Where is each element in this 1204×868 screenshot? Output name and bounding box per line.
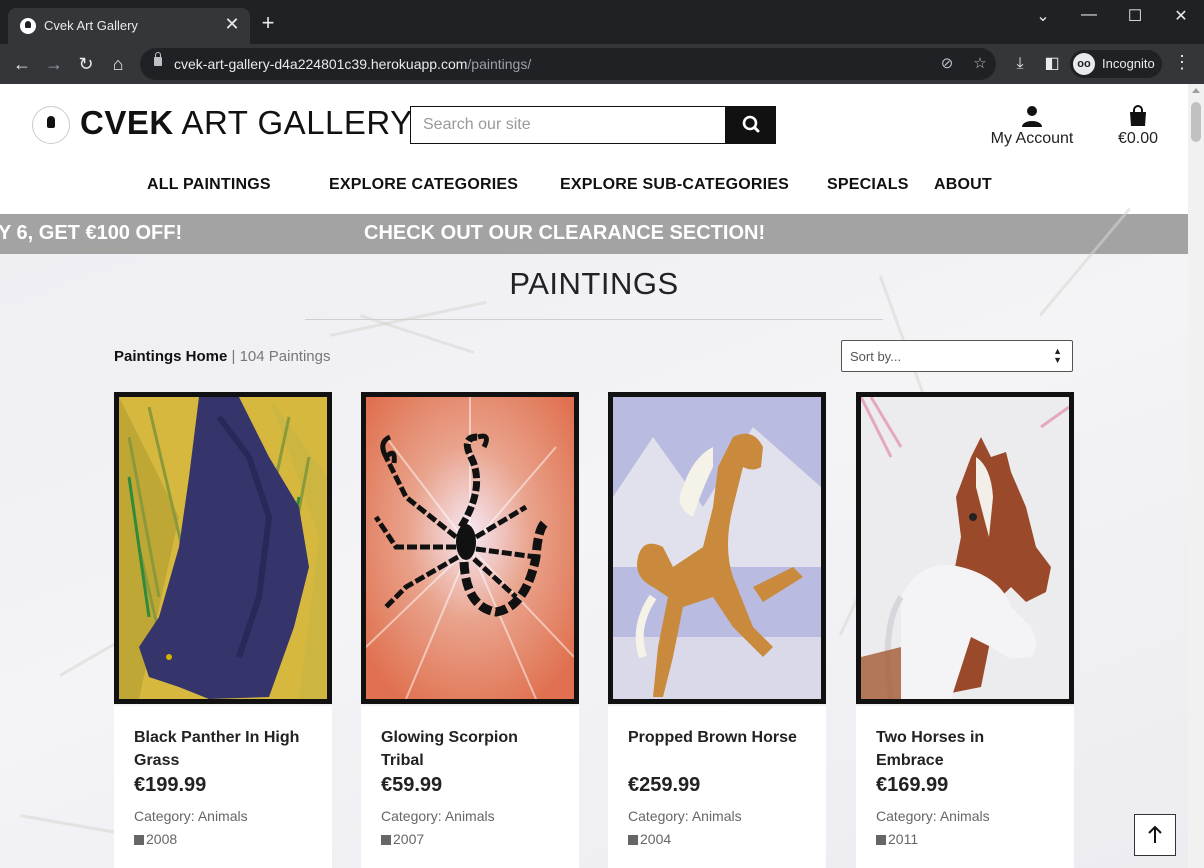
browser-tab[interactable]: Cvek Art Gallery ✕ (8, 8, 250, 44)
page-viewport: CVEK ART GALLERY My Account €0.00 (0, 84, 1204, 868)
product-category[interactable]: Category: Animals (876, 808, 990, 824)
nav-explore-sub-categories[interactable]: EXPLORE SUB-CATEGORIES (560, 176, 789, 194)
product-price: €199.99 (134, 774, 207, 796)
search-input[interactable] (410, 106, 726, 144)
product-card-body: Black Panther In High Grass €199.99 Cate… (114, 706, 332, 868)
product-year: 2007 (381, 831, 424, 847)
product-card[interactable]: Propped Brown Horse €259.99 Category: An… (608, 392, 826, 868)
product-card-body: Propped Brown Horse €259.99 Category: An… (608, 706, 826, 868)
product-image[interactable] (361, 392, 579, 704)
home-icon[interactable]: ⌂ (106, 52, 130, 76)
bag-total: €0.00 (1117, 130, 1159, 147)
two-horses-painting-icon (861, 397, 1069, 699)
select-arrows-icon: ▲ ▼ (1053, 346, 1062, 365)
panther-painting-icon (119, 397, 327, 699)
product-category[interactable]: Category: Animals (381, 808, 495, 824)
product-card[interactable]: Two Horses in Embrace €169.99 Category: … (856, 392, 1074, 868)
tab-close-icon[interactable]: ✕ (222, 14, 242, 35)
shopping-bag-icon (1126, 104, 1150, 128)
product-card-body: Two Horses in Embrace €169.99 Category: … (856, 706, 1074, 868)
download-icon[interactable]: ⤓ (1008, 52, 1032, 76)
scroll-thumb[interactable] (1191, 102, 1201, 142)
my-account-link[interactable]: My Account (982, 104, 1082, 148)
calendar-icon (134, 835, 144, 845)
tab-search-chevron-icon[interactable]: ⌄ (1028, 6, 1058, 26)
reload-icon[interactable]: ↻ (74, 52, 98, 76)
site-header: CVEK ART GALLERY My Account €0.00 (0, 84, 1188, 214)
search-button[interactable] (726, 106, 776, 144)
product-year: 2008 (134, 831, 177, 847)
product-card[interactable]: Glowing Scorpion Tribal €59.99 Category:… (361, 392, 579, 868)
window-close-icon[interactable]: ✕ (1166, 6, 1196, 26)
product-year: 2011 (876, 831, 918, 847)
side-panel-icon[interactable]: ◧ (1040, 52, 1064, 76)
calendar-icon (876, 835, 886, 845)
scorpion-painting-icon (366, 397, 574, 699)
promo-message: Y 6, GET €100 OFF! (0, 222, 183, 244)
user-icon (1020, 104, 1044, 128)
promo-banner: Y 6, GET €100 OFF! CHECK OUT OUR CLEARAN… (0, 214, 1188, 254)
nav-specials[interactable]: SPECIALS (827, 176, 909, 194)
product-name[interactable]: Propped Brown Horse (628, 726, 808, 749)
address-bar[interactable]: cvek-art-gallery-d4a224801c39.herokuapp.… (140, 48, 996, 80)
promo-message: CHECK OUT OUR CLEARANCE SECTION! (364, 222, 766, 244)
sort-select-value: Sort by... (850, 349, 902, 364)
browser-menu-icon[interactable]: ⋮ (1172, 52, 1192, 73)
product-card[interactable]: Black Panther In High Grass €199.99 Cate… (114, 392, 332, 868)
nav-all-paintings[interactable]: ALL PAINTINGS (147, 176, 271, 194)
main-nav: ALL PAINTINGS EXPLORE CATEGORIES EXPLORE… (0, 174, 1188, 214)
incognito-icon: oo (1073, 53, 1095, 75)
breadcrumb-home-link[interactable]: Paintings Home (114, 348, 227, 365)
heading-divider (305, 319, 883, 320)
product-price: €169.99 (876, 774, 949, 796)
product-image[interactable] (114, 392, 332, 704)
incognito-label: Incognito (1102, 56, 1155, 71)
product-price: €259.99 (628, 774, 701, 796)
back-to-top-button[interactable] (1134, 814, 1176, 856)
browser-toolbar: ← → ↻ ⌂ cvek-art-gallery-d4a224801c39.he… (0, 44, 1204, 84)
page: CVEK ART GALLERY My Account €0.00 (0, 84, 1188, 868)
nav-about[interactable]: ABOUT (934, 176, 992, 194)
product-name[interactable]: Two Horses in Embrace (876, 726, 1056, 772)
star-icon[interactable]: ☆ (970, 54, 990, 74)
calendar-icon (628, 835, 638, 845)
page-scrollbar[interactable] (1188, 84, 1204, 868)
arrow-up-icon (1148, 825, 1162, 843)
incognito-badge[interactable]: oo Incognito (1070, 50, 1162, 78)
minimize-icon[interactable]: — (1074, 6, 1104, 24)
breadcrumb: Paintings Home | 104 Paintings (114, 348, 331, 365)
browser-tabbar: Cvek Art Gallery ✕ + ⌄ — ☐ ✕ (0, 0, 1204, 44)
nav-explore-categories[interactable]: EXPLORE CATEGORIES (329, 176, 518, 194)
rearing-horse-painting-icon (613, 397, 821, 699)
shopping-bag-link[interactable]: €0.00 (1108, 104, 1168, 148)
product-category[interactable]: Category: Animals (134, 808, 248, 824)
site-favicon-icon (20, 18, 36, 34)
product-category[interactable]: Category: Animals (628, 808, 742, 824)
lock-icon (154, 52, 162, 66)
tab-title: Cvek Art Gallery (44, 18, 138, 33)
scroll-up-icon[interactable] (1192, 88, 1200, 93)
sort-select[interactable]: Sort by... ▲ ▼ (841, 340, 1073, 372)
search-icon (742, 115, 760, 133)
product-name[interactable]: Glowing Scorpion Tribal (381, 726, 561, 772)
product-card-body: Glowing Scorpion Tribal €59.99 Category:… (361, 706, 579, 868)
new-tab-icon[interactable]: + (256, 12, 280, 34)
forward-icon[interactable]: → (42, 52, 66, 76)
product-name[interactable]: Black Panther In High Grass (134, 726, 314, 772)
product-price: €59.99 (381, 774, 443, 796)
eye-off-icon[interactable]: ⊘ (937, 54, 957, 74)
maximize-icon[interactable]: ☐ (1120, 6, 1150, 26)
painting-count: 104 Paintings (239, 348, 331, 365)
site-logo[interactable] (32, 106, 70, 144)
url-text: cvek-art-gallery-d4a224801c39.herokuapp.… (174, 56, 532, 72)
product-year: 2004 (628, 831, 671, 847)
back-icon[interactable]: ← (10, 52, 34, 76)
page-title: PAINTINGS (509, 266, 679, 301)
product-image[interactable] (608, 392, 826, 704)
my-account-label: My Account (990, 130, 1074, 147)
site-title[interactable]: CVEK ART GALLERY (80, 104, 413, 142)
calendar-icon (381, 835, 391, 845)
product-image[interactable] (856, 392, 1074, 704)
